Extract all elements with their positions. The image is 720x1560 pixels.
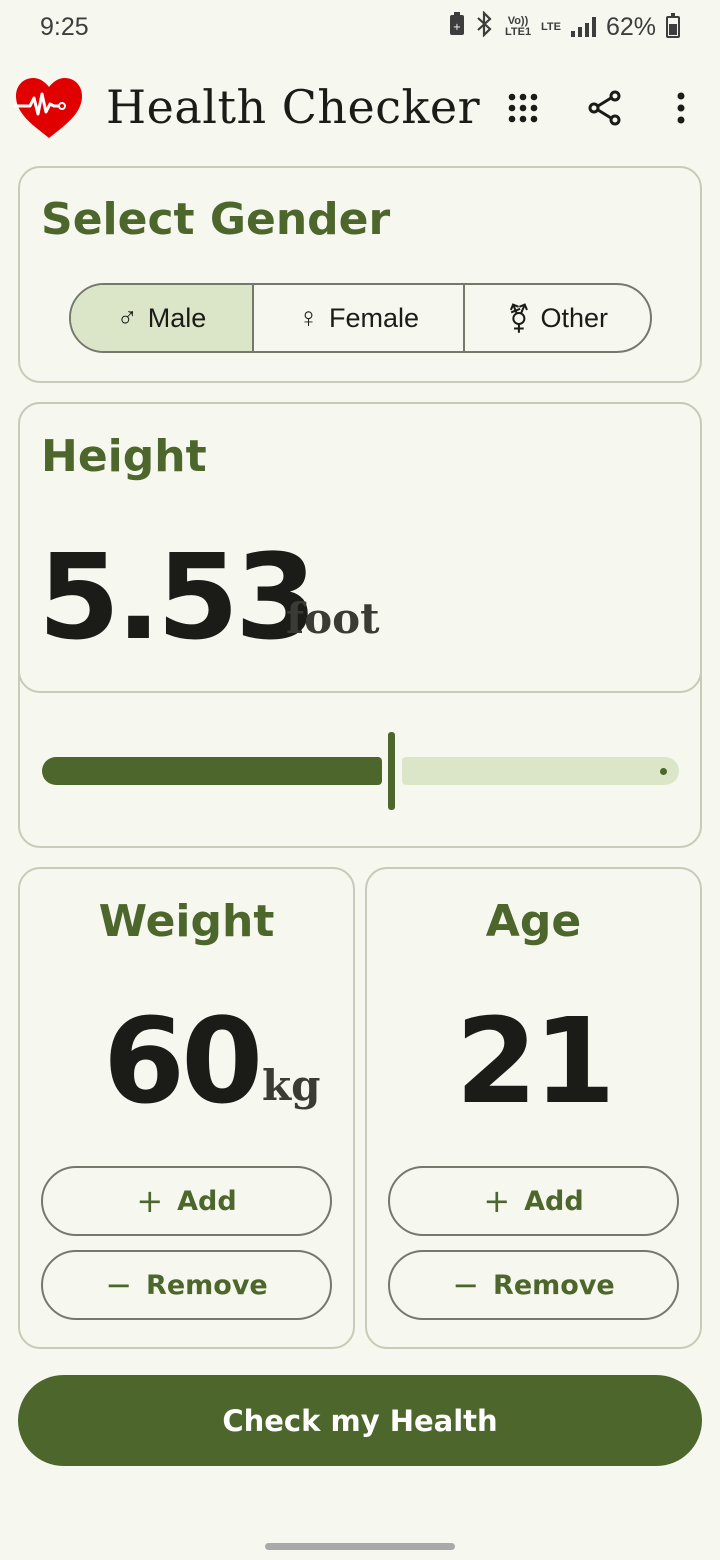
weight-unit: kg — [262, 1061, 321, 1110]
app-title: Health Checker — [106, 80, 481, 134]
weight-add-button[interactable]: + Add — [41, 1166, 332, 1236]
weight-remove-label: Remove — [146, 1269, 268, 1301]
status-bar: 9:25 + Vo)) LTE1 LTE 62% — [0, 0, 720, 54]
age-add-label: Add — [524, 1185, 584, 1217]
heart-pulse-logo-icon — [14, 76, 84, 140]
height-title: Height — [41, 431, 207, 482]
age-value: 21 — [455, 992, 615, 1130]
minus-icon: − — [452, 1266, 480, 1304]
male-icon: ♂ — [116, 302, 138, 333]
share-icon[interactable] — [583, 86, 627, 130]
weight-value: 60 — [103, 992, 263, 1130]
transgender-icon: ⚧ — [507, 302, 531, 334]
svg-text:+: + — [453, 22, 461, 33]
female-icon: ♀ — [297, 302, 319, 333]
more-vert-icon[interactable] — [659, 86, 703, 130]
signal-icon — [570, 17, 596, 37]
plus-icon: + — [483, 1182, 511, 1220]
age-title: Age — [485, 896, 582, 947]
volte-indicator: Vo)) LTE1 — [504, 15, 532, 38]
home-indicator[interactable] — [265, 1543, 455, 1550]
height-slider-thumb[interactable] — [388, 732, 395, 810]
battery-percent: 62% — [605, 12, 656, 41]
gender-title: Select Gender — [41, 194, 391, 245]
height-slider-stop-indicator — [660, 768, 667, 775]
gender-option-other[interactable]: ⚧ Other — [465, 285, 650, 351]
gender-segmented-control: ♂ Male ♀ Female ⚧ Other — [69, 283, 652, 353]
weight-title: Weight — [98, 896, 275, 947]
gender-option-label: Female — [328, 302, 420, 333]
status-icons: + Vo)) LTE1 LTE 62% — [449, 9, 680, 44]
weight-add-label: Add — [177, 1185, 237, 1217]
height-slider-active-track[interactable] — [42, 757, 382, 785]
lte-indicator: LTE — [540, 20, 561, 33]
plus-icon: + — [136, 1182, 164, 1220]
weight-remove-button[interactable]: − Remove — [41, 1250, 332, 1320]
bluetooth-icon — [475, 9, 495, 44]
height-value: 5.53 — [38, 528, 317, 666]
battery-saver-icon: + — [449, 11, 465, 43]
gender-option-male[interactable]: ♂ Male — [71, 285, 254, 351]
check-health-button[interactable]: Check my Health — [18, 1375, 702, 1466]
age-remove-button[interactable]: − Remove — [388, 1250, 679, 1320]
gender-option-label: Other — [540, 302, 608, 333]
status-time: 9:25 — [40, 12, 89, 41]
gender-option-label: Male — [147, 302, 207, 333]
app-bar: Health Checker — [0, 70, 720, 150]
age-remove-label: Remove — [493, 1269, 615, 1301]
gender-option-female[interactable]: ♀ Female — [254, 285, 465, 351]
height-slider-inactive-track[interactable] — [402, 757, 679, 785]
check-health-label: Check my Health — [222, 1403, 498, 1438]
age-add-button[interactable]: + Add — [388, 1166, 679, 1236]
minus-icon: − — [105, 1266, 133, 1304]
apps-grid-icon[interactable] — [501, 86, 545, 130]
battery-icon — [666, 13, 680, 38]
height-unit: foot — [286, 594, 380, 643]
